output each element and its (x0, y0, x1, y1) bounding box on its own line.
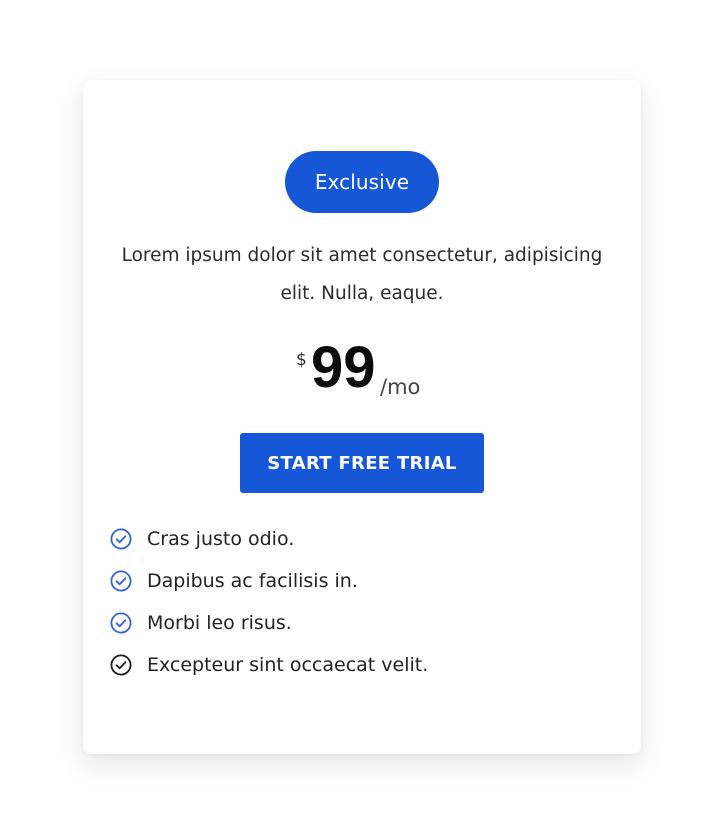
check-circle-icon (110, 528, 132, 550)
feature-item: Excepteur sint occaecat velit. (109, 644, 428, 686)
plan-badge: Exclusive (285, 151, 439, 213)
price-currency: $ (296, 350, 307, 370)
feature-item: Dapibus ac facilisis in. (109, 560, 428, 602)
feature-label: Cras justo odio. (147, 528, 295, 550)
check-circle-icon (110, 570, 132, 592)
feature-label: Excepteur sint occaecat velit. (147, 654, 429, 676)
price-amount: 99 (311, 335, 376, 400)
plan-description: Lorem ipsum dolor sit amet consectetur, … (121, 245, 603, 304)
feature-item: Cras justo odio. (109, 518, 428, 560)
start-free-trial-button[interactable]: START FREE TRIAL (240, 433, 484, 493)
plan-price: $ 99 /mo (83, 334, 641, 414)
pricing-card: Exclusive Lorem ipsum dolor sit amet con… (83, 80, 641, 754)
feature-label: Morbi leo risus. (147, 612, 292, 634)
price-period: /mo (380, 375, 421, 399)
check-circle-icon (110, 654, 132, 676)
feature-list: Cras justo odio. Dapibus ac facilisis in… (109, 518, 428, 686)
feature-item: Morbi leo risus. (109, 602, 428, 644)
feature-label: Dapibus ac facilisis in. (147, 570, 358, 592)
check-circle-icon (110, 612, 132, 634)
